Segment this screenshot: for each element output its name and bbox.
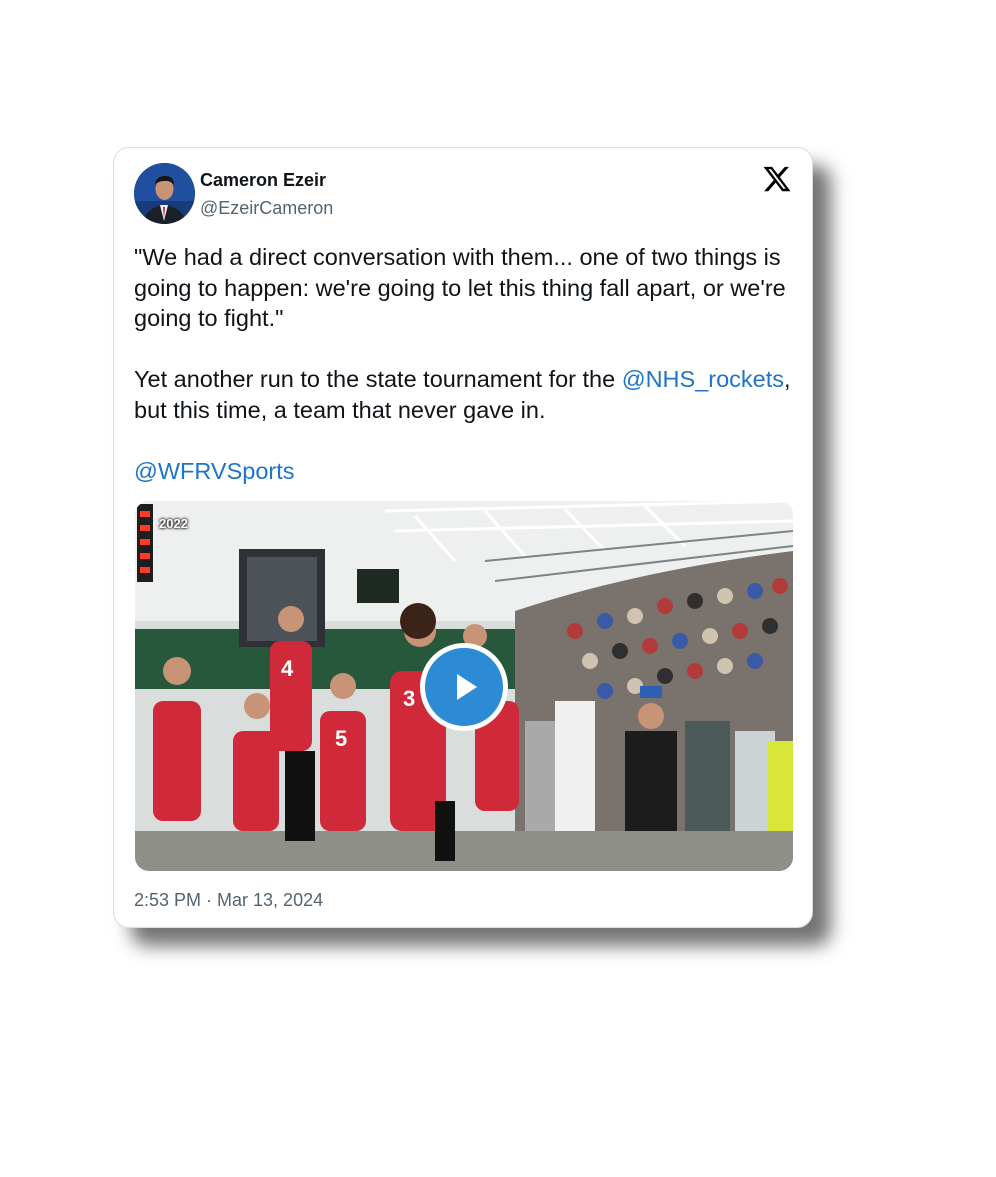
video-thumbnail[interactable]: 4 3 5 2022 xyxy=(135,501,793,871)
avatar[interactable] xyxy=(134,163,195,224)
mention-wfrvsports[interactable]: @WFRVSports xyxy=(134,458,295,484)
play-button[interactable] xyxy=(420,643,508,731)
tweet-text: "We had a direct conversation with them.… xyxy=(134,242,794,487)
x-logo-icon[interactable] xyxy=(762,164,792,194)
svg-text:4: 4 xyxy=(281,656,294,681)
author-handle[interactable]: @EzeirCameron xyxy=(200,198,333,219)
author-name[interactable]: Cameron Ezeir xyxy=(200,170,326,191)
year-overlay: 2022 xyxy=(159,516,188,531)
svg-text:3: 3 xyxy=(403,686,415,711)
tweet-card: Cameron Ezeir @EzeirCameron "We had a di… xyxy=(113,147,813,928)
mention-nhs-rockets[interactable]: @NHS_rockets xyxy=(622,366,784,392)
tweet-timestamp[interactable]: 2:53 PM · Mar 13, 2024 xyxy=(134,890,323,911)
avatar-image xyxy=(134,163,195,224)
svg-text:5: 5 xyxy=(335,726,347,751)
play-icon xyxy=(457,674,477,700)
